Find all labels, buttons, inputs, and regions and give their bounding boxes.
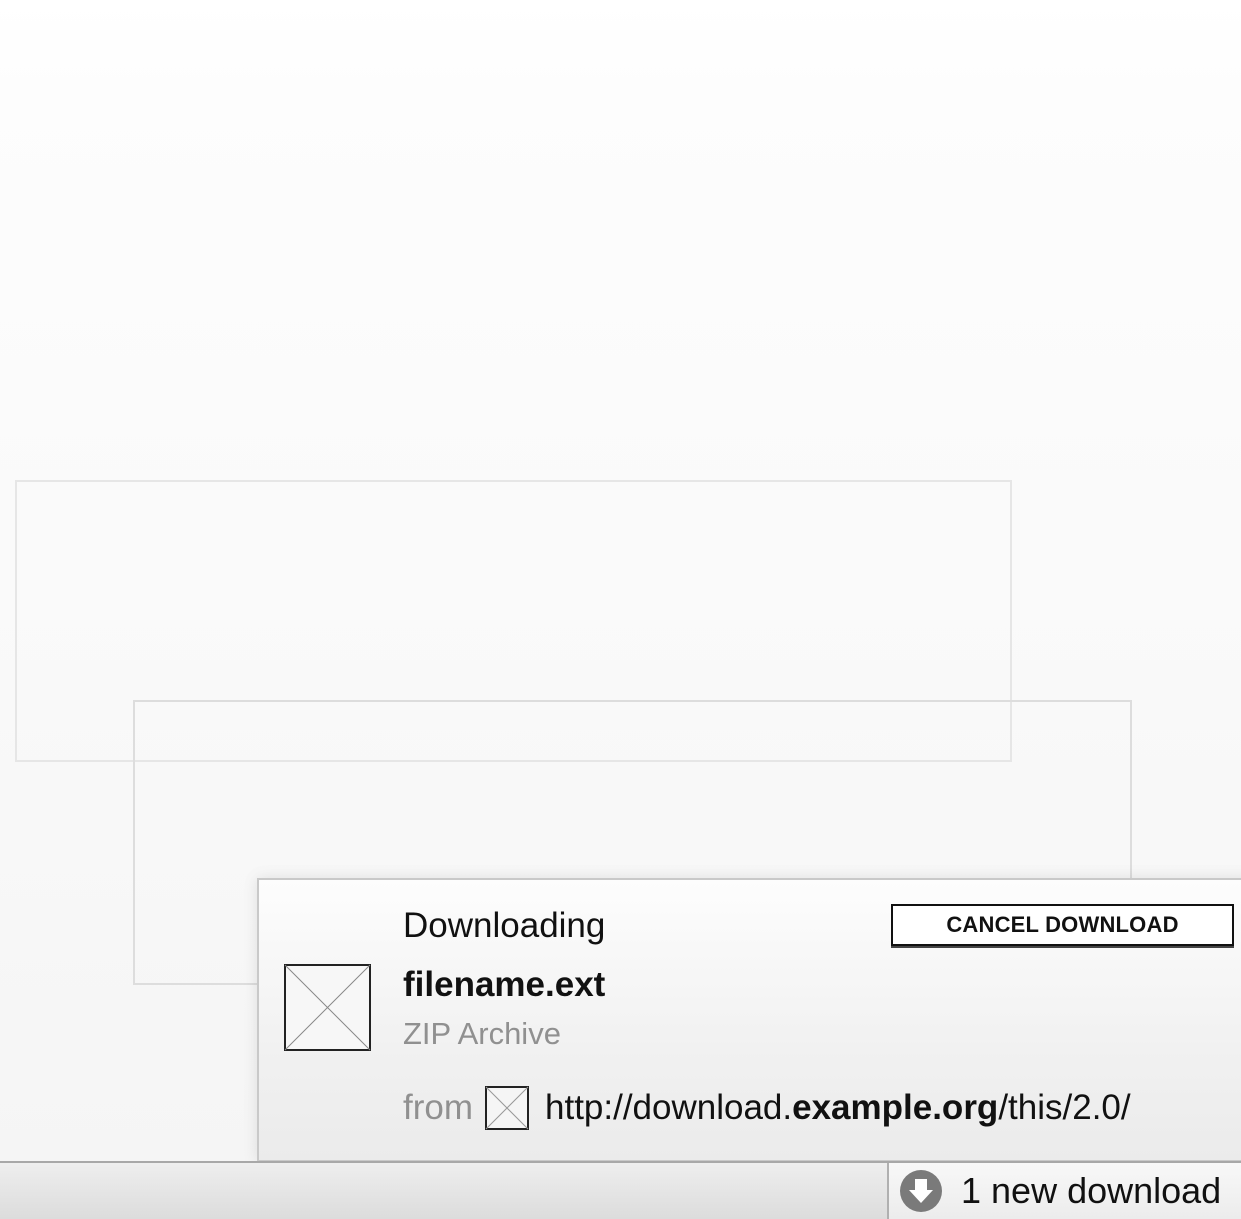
source-url-prefix: http://download. [545, 1088, 793, 1127]
placeholder-favicon-icon [485, 1086, 529, 1130]
downloads-indicator-button[interactable]: 1 new download [887, 1163, 1241, 1219]
browser-content-area: Downloading CANCEL DOWNLOAD filename.ext… [0, 0, 1241, 1219]
download-panel: Downloading CANCEL DOWNLOAD filename.ext… [257, 878, 1241, 1162]
source-url[interactable]: http://download.example.org/this/2.0/ [545, 1088, 1131, 1128]
cancel-download-button[interactable]: CANCEL DOWNLOAD [891, 904, 1234, 946]
download-status: Downloading [403, 906, 606, 945]
from-label: from [403, 1088, 473, 1127]
source-url-domain: example.org [792, 1088, 999, 1127]
file-type: ZIP Archive [403, 1016, 561, 1051]
placeholder-image-icon [284, 964, 371, 1051]
downloads-count-label: 1 new download [961, 1170, 1222, 1211]
status-bar: 1 new download [0, 1161, 1241, 1219]
file-name: filename.ext [403, 965, 606, 1004]
download-arrow-icon [900, 1170, 942, 1212]
source-url-path: /this/2.0/ [998, 1088, 1131, 1127]
download-source: from http://download.example.org/this/2.… [403, 1085, 1131, 1131]
